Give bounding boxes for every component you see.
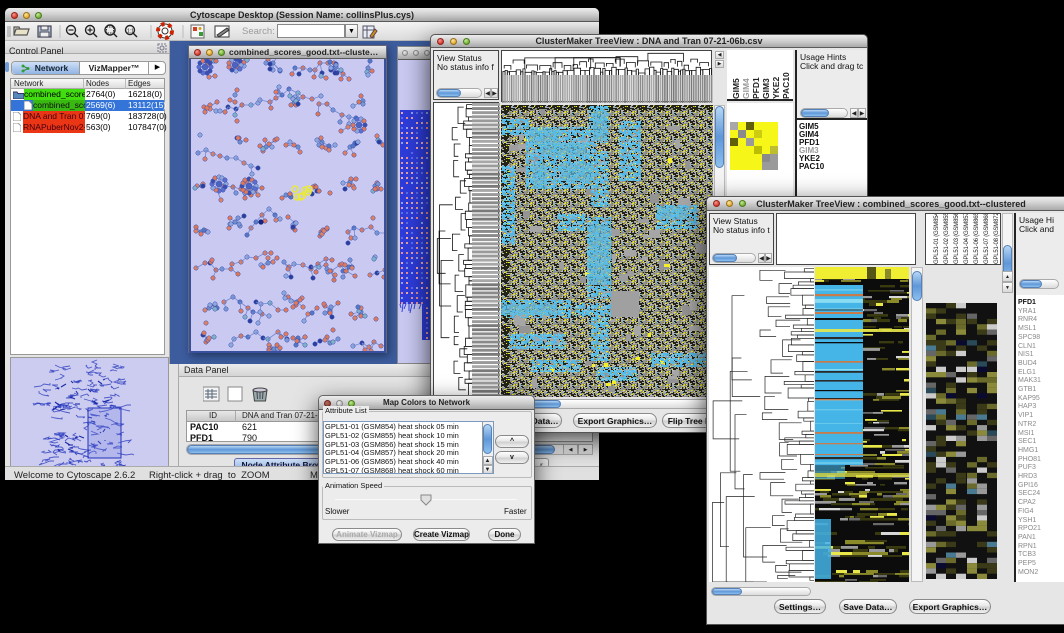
svg-text:GPL51-06 (GSM865): GPL51-06 (GSM865) (974, 214, 980, 264)
svg-text:YKE2: YKE2 (771, 77, 781, 99)
svg-text:PFD1: PFD1 (751, 77, 761, 99)
svg-text:GPL51-08 (GSM872): GPL51-08 (GSM872) (994, 214, 1000, 264)
svg-text:GPL51-01 (GSM854): GPL51-01 (GSM854) (934, 214, 940, 264)
svg-text:GPL51-03 (GSM856): GPL51-03 (GSM856) (954, 214, 960, 264)
svg-text:GIM4: GIM4 (741, 78, 751, 99)
svg-text:GPL51-02 (GSM855): GPL51-02 (GSM855) (944, 214, 950, 264)
svg-text:GIM5: GIM5 (731, 78, 741, 99)
svg-text:GPL51-07 (GSM868): GPL51-07 (GSM868) (984, 214, 990, 264)
svg-text:PAC10: PAC10 (781, 72, 791, 99)
svg-text:GIM3: GIM3 (761, 78, 771, 99)
svg-text:1:1: 1:1 (127, 29, 134, 35)
svg-text:GPL51-04 (GSM857): GPL51-04 (GSM857) (964, 214, 970, 264)
